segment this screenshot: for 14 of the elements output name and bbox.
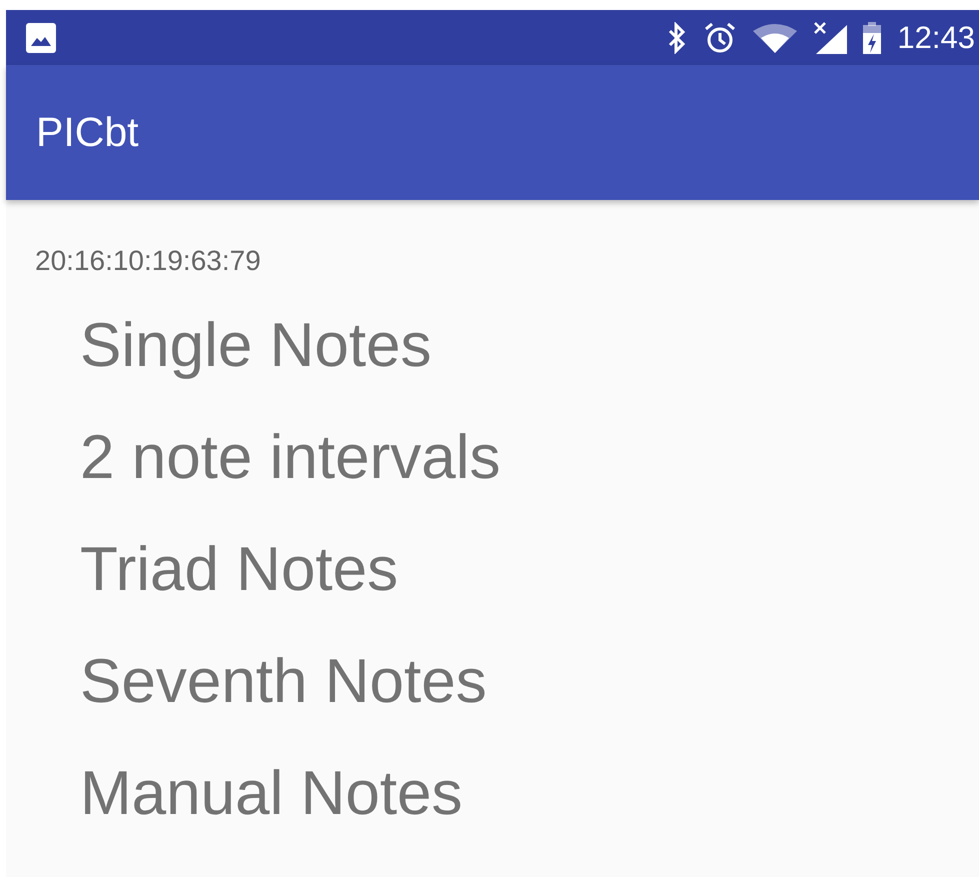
device-address: 20:16:10:19:63:79 (35, 245, 261, 276)
menu-item[interactable]: Seventh Notes (80, 646, 487, 716)
menu-item[interactable]: Single Notes (80, 310, 432, 380)
image-notification-icon (26, 22, 56, 52)
bluetooth-icon (667, 22, 688, 54)
battery-charging-icon (863, 22, 882, 54)
signal-icon (813, 20, 848, 54)
menu-item[interactable]: Manual Notes (80, 758, 463, 828)
menu-item[interactable]: Triad Notes (80, 534, 398, 604)
alarm-clock-icon (703, 20, 738, 54)
menu-item[interactable]: 2 note intervals (80, 422, 500, 492)
app-title: PICbt (36, 112, 139, 153)
status-time: 12:43 (897, 22, 975, 53)
wifi-icon (753, 22, 798, 52)
